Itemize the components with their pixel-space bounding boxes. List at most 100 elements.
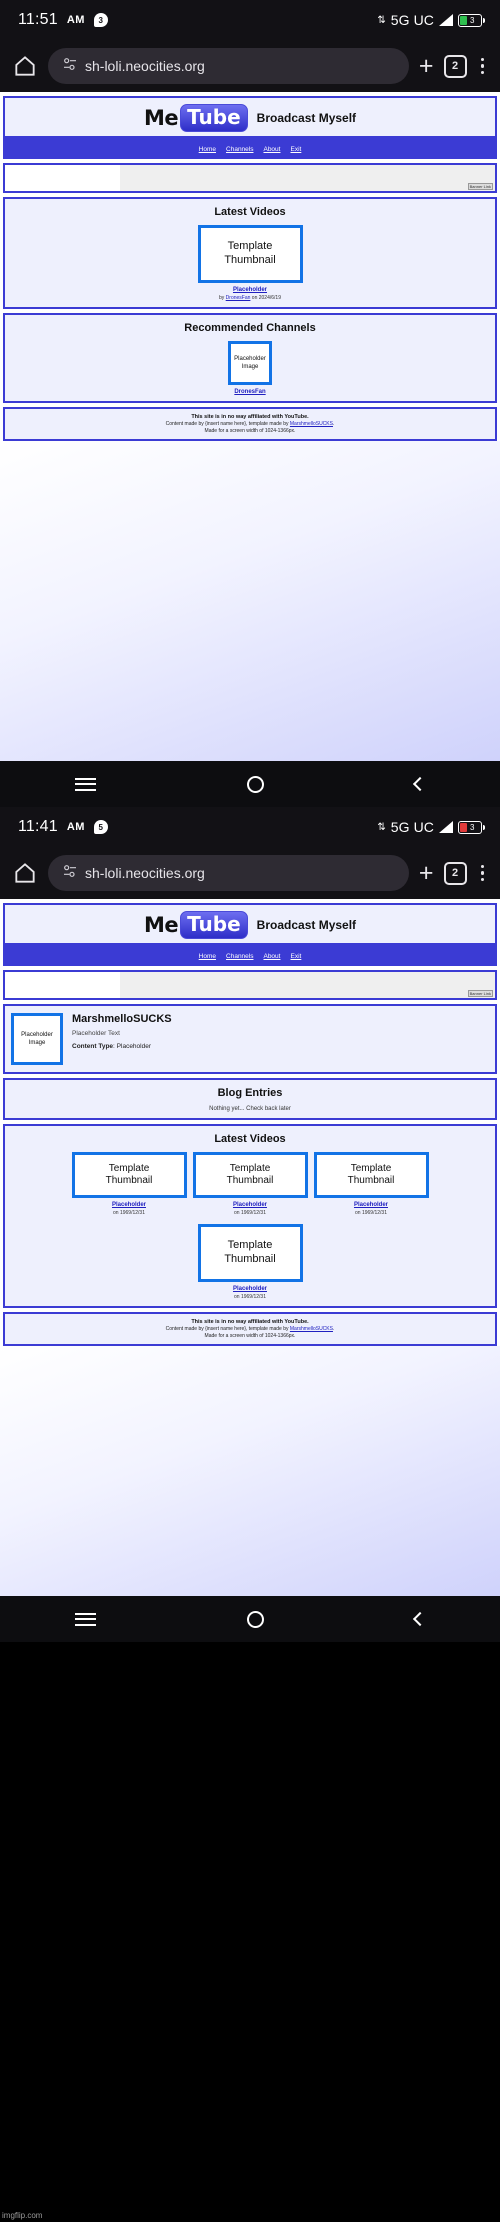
site-nav: Home Channels About Exit [5,136,495,157]
nav-link-about[interactable]: About [263,146,280,153]
footer-template-author-link[interactable]: MarshmelloSUCKS [290,421,333,427]
screenshot-top: 11:51 AM 3 ⇅ 5G UC 3 sh-loli.neocities.o… [0,0,500,807]
video-card[interactable]: Template Thumbnail Placeholder by Drones… [9,225,491,301]
footer-template-author-link-2[interactable]: MarshmelloSUCKS [290,1326,333,1332]
video-date: 1969/12/31 [240,1210,266,1216]
video-date-prefix: on [113,1210,120,1216]
nav-link-exit[interactable]: Exit [290,146,301,153]
logo-me-text: Me [143,106,179,130]
plus-icon-2[interactable]: + [419,860,434,886]
video-thumbnail[interactable]: Template Thumbnail [313,1152,429,1198]
site-settings-icon[interactable] [62,56,78,77]
video-card[interactable]: Template Thumbnail Placeholder on 1969/1… [313,1152,429,1216]
home-circle-icon[interactable] [246,775,264,793]
video-meta: on 1969/12/31 [72,1210,187,1216]
video-grid-row-1: Template Thumbnail Placeholder on 1969/1… [9,1152,491,1216]
footer-credit-period-2: . [332,1326,335,1332]
home-icon[interactable] [12,53,38,79]
browser-toolbar-2: sh-loli.neocities.org + 2 [0,847,500,899]
banner-panel-2: Banner Link [3,970,497,1000]
url-bar[interactable]: sh-loli.neocities.org [48,48,409,84]
nav-link-home[interactable]: Home [199,146,216,153]
plus-icon[interactable]: + [419,53,434,79]
video-thumbnail[interactable]: Template Thumbnail [192,1152,308,1198]
banner-white-block-2 [5,972,120,998]
overflow-menu-icon[interactable] [477,57,489,75]
blog-entries-section: Blog Entries Nothing yet... Check back l… [5,1080,495,1118]
banner-area: Banner Link [5,165,495,191]
metube-logo-2[interactable]: Me Tube [144,911,248,939]
web-page-top: Me Tube Broadcast Myself Home Channels Abou… [0,92,500,441]
blog-entries-panel: Blog Entries Nothing yet... Check back l… [3,1078,497,1120]
video-date-prefix: on [234,1294,241,1300]
tab-counter-button-2[interactable]: 2 [443,861,467,885]
profile-card: Placeholder Image MarshmelloSUCKS Placeh… [5,1006,495,1072]
latest-videos-panel: Latest Videos Template Thumbnail Placeho… [3,197,497,309]
video-title-link[interactable]: Placeholder [193,1202,308,1208]
signal-bars-icon [439,14,453,26]
video-meta: on 1969/12/31 [193,1210,308,1216]
profile-avatar[interactable]: Placeholder Image [11,1013,63,1065]
status-bar-left: 11:51 AM 3 [18,11,108,29]
channel-avatar[interactable]: Placeholder Image [228,341,272,385]
browser-toolbar: sh-loli.neocities.org + 2 [0,40,500,92]
video-date-prefix: on [250,295,259,301]
banner-panel: Banner Link [3,163,497,193]
home-circle-icon-2[interactable] [246,1610,264,1628]
profile-panel: Placeholder Image MarshmelloSUCKS Placeh… [3,1004,497,1074]
video-card[interactable]: Template Thumbnail Placeholder on 1969/1… [192,1152,308,1216]
video-card[interactable]: Template Thumbnail Placeholder on 1969/1… [9,1224,491,1300]
latest-videos-panel-2: Latest Videos Template Thumbnail Placeho… [3,1124,497,1308]
video-author-link[interactable]: DronesFan [226,295,251,301]
back-chevron-icon-2[interactable] [412,1611,427,1627]
footer-disclaimer-2: This site is in no way affiliated with Y… [191,1319,309,1325]
banner-link-label[interactable]: Banner Link [467,183,493,190]
profile-content-type-value: Placeholder [116,1043,151,1050]
video-card[interactable]: Template Thumbnail Placeholder on 1969/1… [71,1152,187,1216]
nav-link-home-2[interactable]: Home [199,953,216,960]
site-settings-icon-2[interactable] [62,863,78,884]
url-bar-2[interactable]: sh-loli.neocities.org [48,855,409,891]
video-date: 2024/6/19 [258,295,281,301]
url-text-2: sh-loli.neocities.org [85,865,205,881]
battery-level: 3 [470,15,475,25]
tab-counter-button[interactable]: 2 [443,54,467,78]
video-thumbnail[interactable]: Template Thumbnail [71,1152,187,1198]
video-title-link[interactable]: Placeholder [9,287,491,293]
footer-disclaimer: This site is in no way affiliated with Y… [191,414,309,420]
video-thumbnail[interactable]: Template Thumbnail [197,1224,303,1282]
video-thumbnail-text: Template Thumbnail [224,1239,276,1265]
back-chevron-icon[interactable] [412,776,427,792]
video-title-link[interactable]: Placeholder [72,1202,187,1208]
battery-fill-2 [460,822,467,832]
latest-videos-title-2: Latest Videos [214,1133,286,1145]
video-thumbnail[interactable]: Template Thumbnail [197,225,303,283]
banner-link-label-2[interactable]: Banner Link [467,990,493,997]
channel-name-link[interactable]: DronesFan [9,389,491,395]
nav-link-exit-2[interactable]: Exit [290,953,301,960]
signal-bars-icon-2 [439,821,453,833]
video-thumbnail-text: Template Thumbnail [347,1162,395,1187]
metube-logo[interactable]: Me Tube [144,104,248,132]
notification-badge-icon: 3 [93,13,108,27]
video-date: 1969/12/31 [119,1210,145,1216]
channel-card[interactable]: Placeholder Image DronesFan [9,341,491,395]
status-time-2: 11:41 [18,818,58,835]
nav-link-channels[interactable]: Channels [226,146,253,153]
video-title-link[interactable]: Placeholder [9,1286,491,1292]
site-footer-2: This site is in no way affiliated with Y… [3,1312,497,1346]
status-time: 11:51 [18,11,58,28]
recents-icon[interactable] [75,777,97,791]
home-icon-2[interactable] [12,860,38,886]
gesture-nav-bar-bottom [0,1596,500,1642]
footer-screen-width: Made for a screen width of 1024-1366px. [204,428,296,434]
footer-credit-period: . [332,421,335,427]
profile-content-type-label: Content Type [72,1043,114,1050]
video-title-link[interactable]: Placeholder [314,1202,429,1208]
recents-icon-2[interactable] [75,1612,97,1626]
nav-link-channels-2[interactable]: Channels [226,953,253,960]
nav-link-about-2[interactable]: About [263,953,280,960]
footer-credit-text-2: Content made by {insert name here}, temp… [165,1326,290,1332]
blog-empty-note: Nothing yet... Check back later [209,1106,291,1112]
overflow-menu-icon-2[interactable] [477,864,489,882]
